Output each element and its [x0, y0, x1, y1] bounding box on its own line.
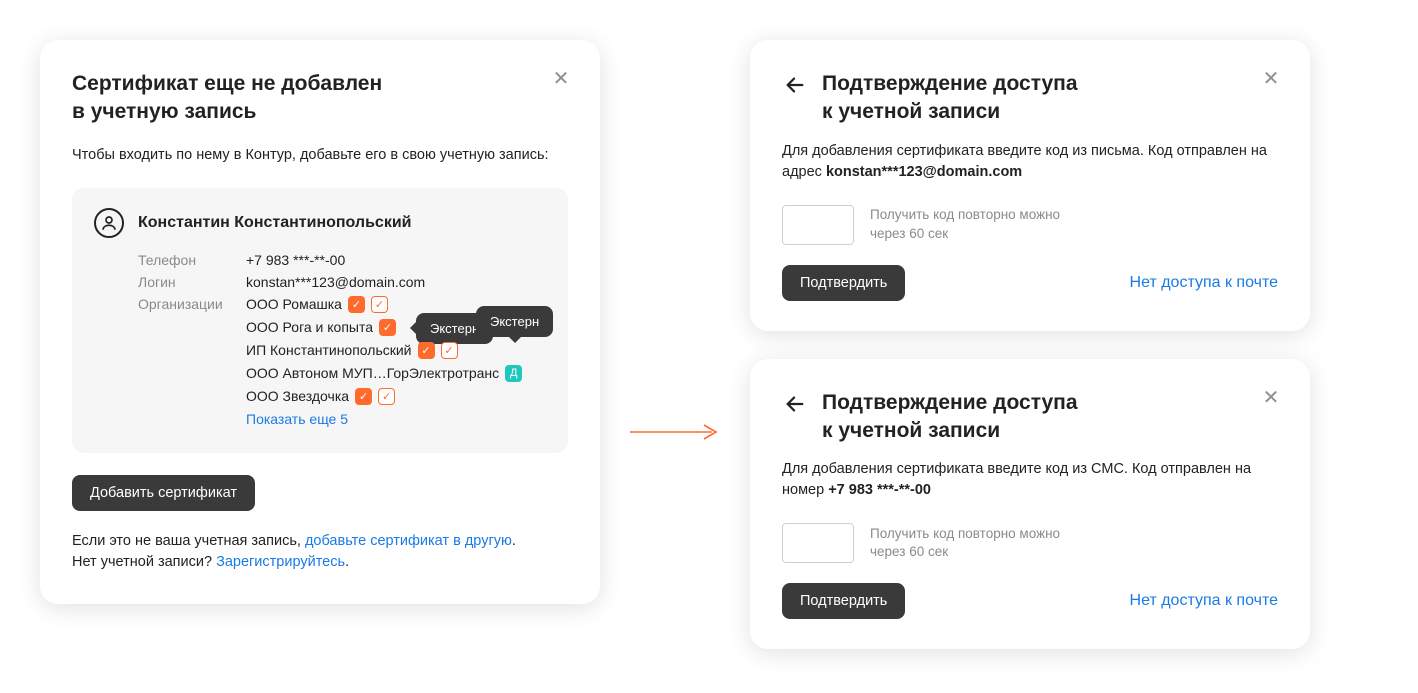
- profile-box: Константин Константинопольский Телефон +…: [72, 188, 568, 453]
- title-line1: Подтверждение доступа: [822, 391, 1078, 414]
- phone-value: +7 983 ***-**-00: [246, 252, 345, 268]
- confirm-button[interactable]: Подтвердить: [782, 583, 905, 619]
- dialog-title: Подтверждение доступа к учетной записи: [822, 70, 1108, 127]
- product-badge-icon[interactable]: ✓: [348, 296, 365, 313]
- add-cert-button[interactable]: Добавить сертификат: [72, 475, 255, 511]
- org-name: ООО Рога и копыта: [246, 319, 373, 335]
- product-badge-icon[interactable]: ✓: [379, 319, 396, 336]
- retry-timer: Получить код повторно можно через 60 сек: [870, 206, 1080, 244]
- masked-phone: +7 983 ***-**-00: [828, 482, 931, 498]
- product-badge-icon[interactable]: ✓: [355, 388, 372, 405]
- confirm-email-dialog: ✕ Подтверждение доступа к учетной записи…: [750, 40, 1310, 331]
- footer-text1b: .: [512, 533, 516, 549]
- add-cert-dialog: ✕ Сертификат еще не добавлен в учетную з…: [40, 40, 600, 604]
- org-name: ООО Автоном МУП…ГорЭлектротранс: [246, 365, 499, 381]
- retry-timer: Получить код повторно можно через 60 сек: [870, 525, 1080, 563]
- footer-text2a: Нет учетной записи?: [72, 554, 216, 570]
- dialog-description: Для добавления сертификата введите код и…: [782, 459, 1278, 501]
- org-name: ООО Звездочка: [246, 388, 349, 404]
- org-list: ООО Ромашка ✓ ✓ ООО Рога и копыта ✓ Экст…: [246, 296, 522, 427]
- user-icon: [94, 208, 124, 238]
- tooltip: Экстерн: [476, 306, 553, 337]
- show-more-link[interactable]: Показать еще 5: [246, 411, 522, 427]
- product-badge-icon[interactable]: ✓: [441, 342, 458, 359]
- back-icon[interactable]: [782, 391, 808, 417]
- footer-text: Если это не ваша учетная запись, добавьт…: [72, 531, 568, 575]
- product-badge-icon[interactable]: ✓: [378, 388, 395, 405]
- back-icon[interactable]: [782, 72, 808, 98]
- no-email-access-link[interactable]: Нет доступа к почте: [1130, 592, 1278, 610]
- title-line1: Подтверждение доступа: [822, 72, 1078, 95]
- code-input[interactable]: [782, 523, 854, 563]
- phone-label: Телефон: [138, 252, 246, 268]
- org-item: ООО Звездочка ✓ ✓: [246, 388, 522, 405]
- orgs-label: Организации: [138, 296, 246, 312]
- close-icon[interactable]: ✕: [550, 68, 572, 90]
- add-to-other-link[interactable]: добавьте сертификат в другую: [305, 533, 512, 549]
- confirm-button[interactable]: Подтвердить: [782, 265, 905, 301]
- product-badge-icon[interactable]: ✓: [418, 342, 435, 359]
- org-name: ООО Ромашка: [246, 296, 342, 312]
- product-badge-icon[interactable]: Д: [505, 365, 522, 382]
- org-name: ИП Константинопольский: [246, 342, 412, 358]
- footer-text1a: Если это не ваша учетная запись,: [72, 533, 305, 549]
- close-icon[interactable]: ✕: [1260, 387, 1282, 409]
- dialog-title: Подтверждение доступа к учетной записи: [822, 389, 1108, 446]
- code-input[interactable]: [782, 205, 854, 245]
- login-label: Логин: [138, 274, 246, 290]
- confirm-sms-dialog: ✕ Подтверждение доступа к учетной записи…: [750, 359, 1310, 650]
- dialog-title: Сертификат еще не добавлен в учетную зап…: [72, 70, 568, 127]
- product-badge-icon[interactable]: ✓: [371, 296, 388, 313]
- title-line2: к учетной записи: [822, 419, 1000, 442]
- close-icon[interactable]: ✕: [1260, 68, 1282, 90]
- dialog-subtitle: Чтобы входить по нему в Контур, добавьте…: [72, 145, 568, 166]
- org-item: ООО Автоном МУП…ГорЭлектротранс Д: [246, 365, 522, 382]
- footer-text2b: .: [345, 554, 349, 570]
- title-line2: к учетной записи: [822, 100, 1000, 123]
- title-line2: в учетную запись: [72, 100, 256, 123]
- org-item: ИП Константинопольский ✓ ✓ Экстерн: [246, 342, 522, 359]
- masked-email: konstan***123@domain.com: [826, 164, 1022, 180]
- login-value: konstan***123@domain.com: [246, 274, 425, 290]
- title-line1: Сертификат еще не добавлен: [72, 72, 382, 95]
- profile-name: Константин Константинопольский: [138, 214, 412, 232]
- register-link[interactable]: Зарегистрируйтесь: [216, 554, 345, 570]
- no-email-access-link[interactable]: Нет доступа к почте: [1130, 274, 1278, 292]
- dialog-description: Для добавления сертификата введите код и…: [782, 141, 1278, 183]
- arrow-right-icon: [630, 422, 720, 447]
